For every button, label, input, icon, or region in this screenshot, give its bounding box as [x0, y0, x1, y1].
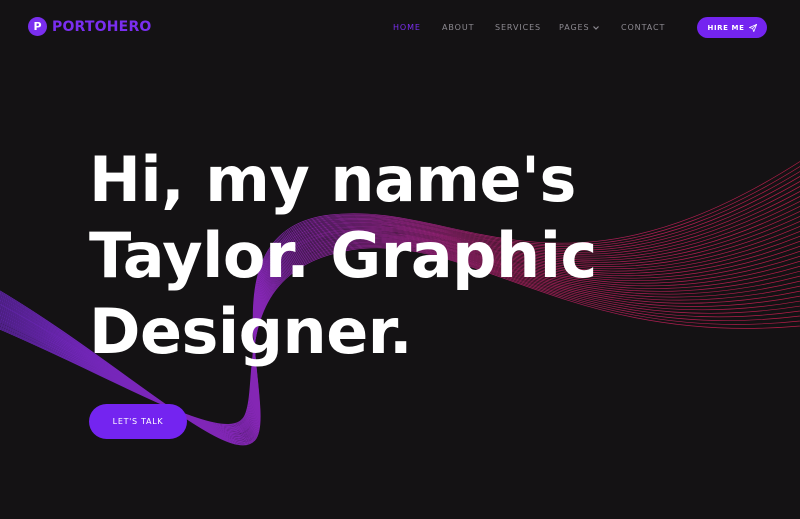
- nav-item-contact[interactable]: CONTACT: [621, 20, 665, 36]
- nav-item-home[interactable]: HOME: [393, 20, 421, 36]
- nav-item-pages[interactable]: PAGES: [559, 20, 600, 36]
- lets-talk-button[interactable]: LET'S TALK: [89, 404, 187, 439]
- hero-heading: Hi, my name's Taylor. Graphic Designer.: [89, 142, 597, 370]
- nav-item-pages-label: PAGES: [559, 23, 590, 32]
- top-navigation: P PORTOHERO HOME ABOUT SERVICES PAGES CO…: [0, 0, 800, 56]
- chevron-down-icon: [593, 25, 600, 30]
- hero-line-2: Taylor. Graphic: [89, 219, 597, 292]
- nav-item-about[interactable]: ABOUT: [442, 20, 474, 36]
- paper-plane-icon: [748, 23, 757, 32]
- hire-me-button[interactable]: HIRE ME: [697, 17, 767, 38]
- hero-line-1: Hi, my name's: [89, 143, 576, 216]
- brand-logo[interactable]: P PORTOHERO: [28, 17, 152, 36]
- nav-item-services[interactable]: SERVICES: [495, 20, 541, 36]
- logo-mark-icon: P: [28, 17, 47, 36]
- brand-name: PORTOHERO: [52, 18, 152, 35]
- hero-line-3: Designer.: [89, 295, 413, 368]
- hero-page: P PORTOHERO HOME ABOUT SERVICES PAGES CO…: [0, 0, 800, 519]
- hire-me-label: HIRE ME: [707, 23, 745, 32]
